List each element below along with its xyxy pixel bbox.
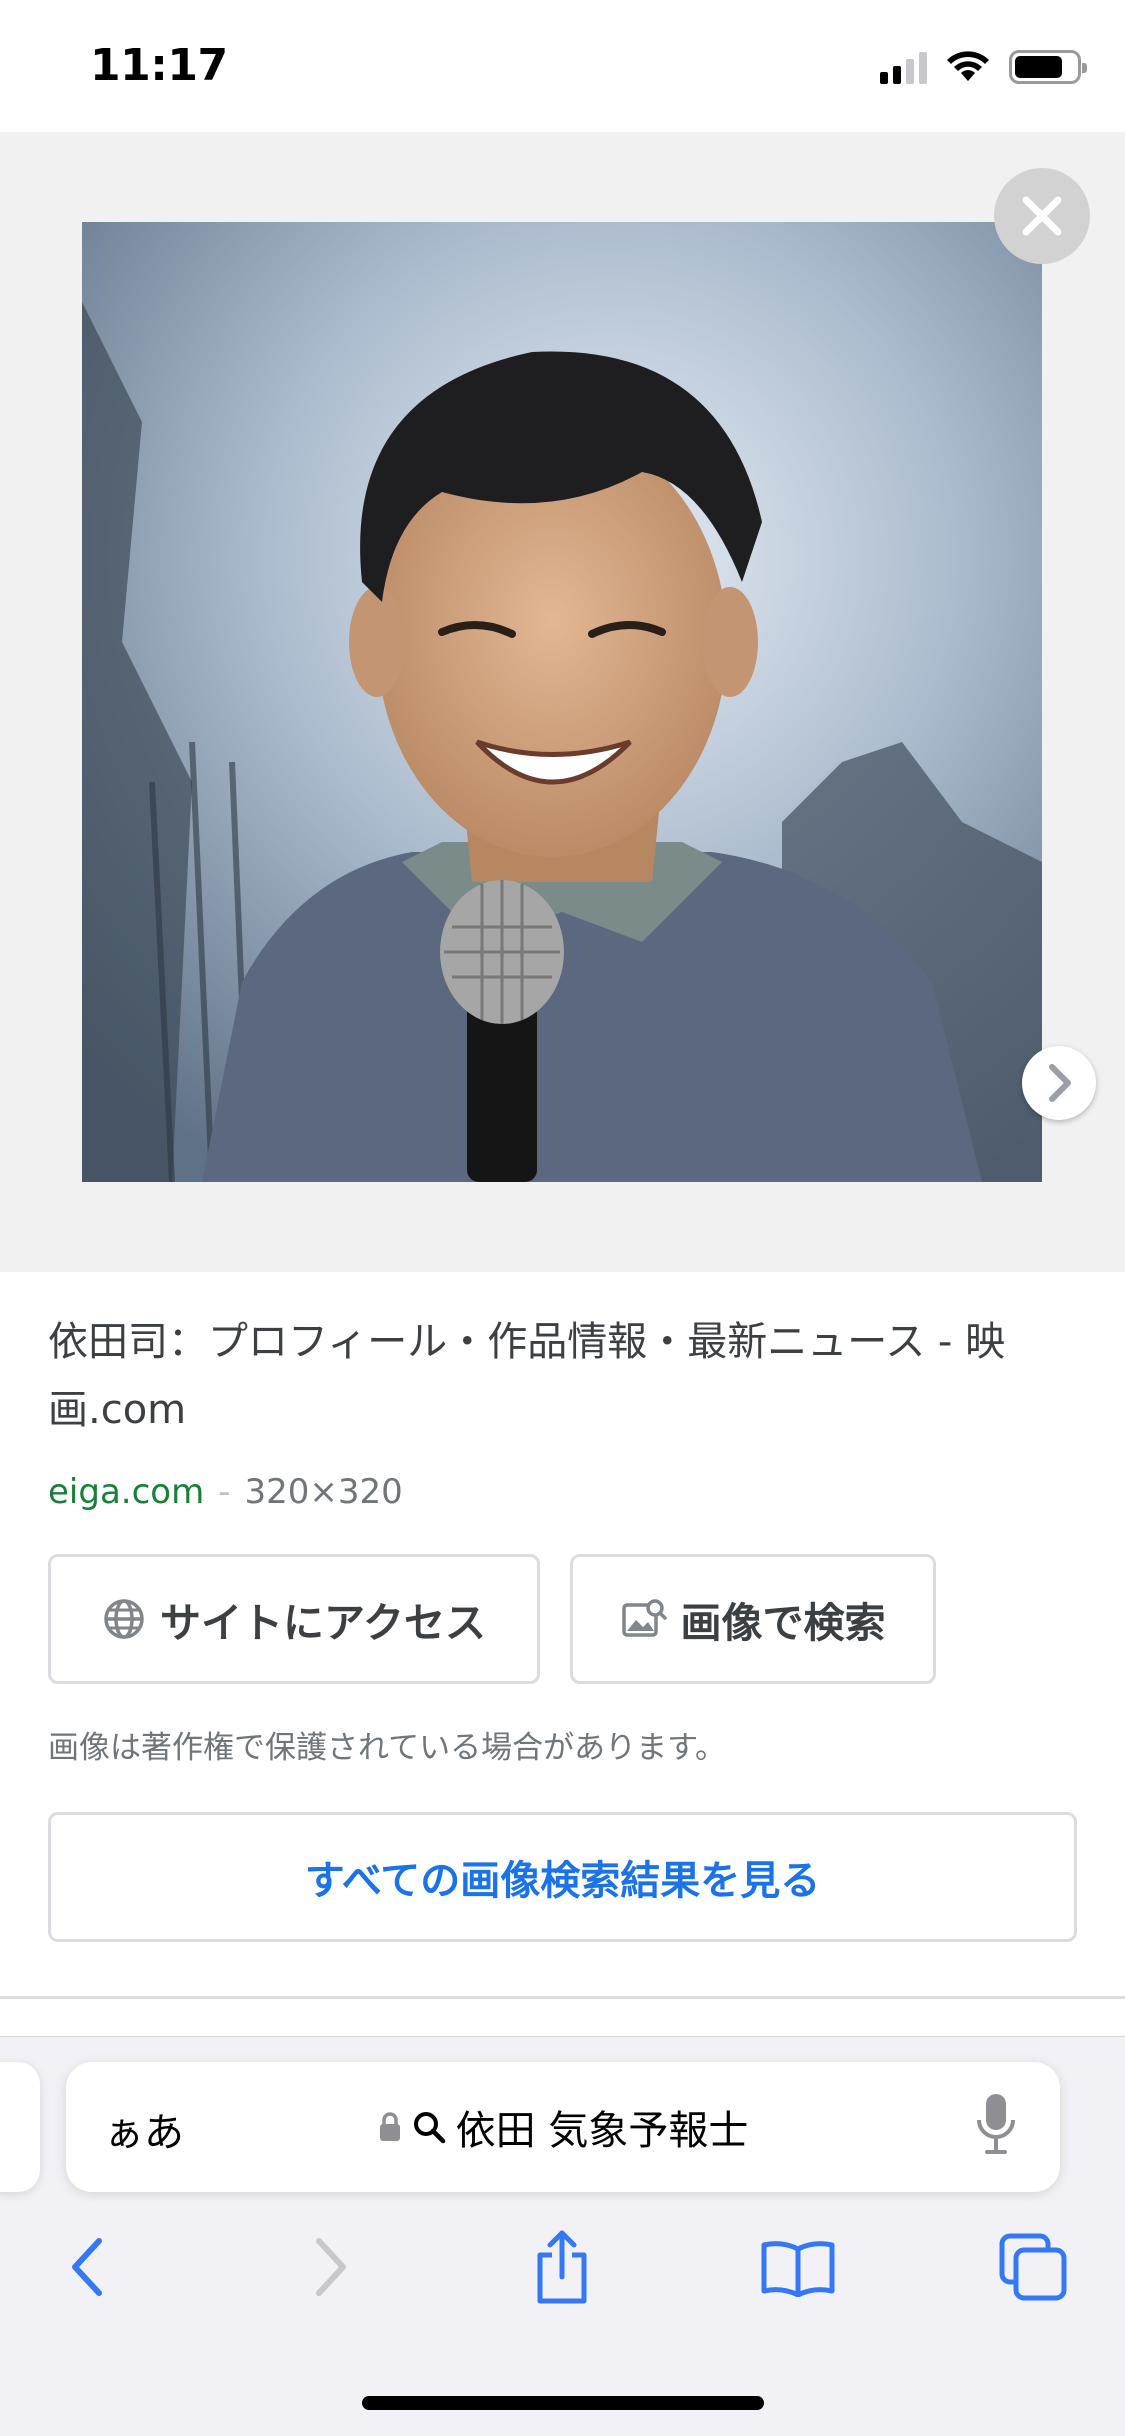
url-text: 依田 気象予報士 [455, 2108, 749, 2154]
tabs-button[interactable] [988, 2222, 1078, 2312]
lock-icon [379, 2112, 400, 2141]
close-button[interactable] [994, 168, 1090, 264]
chevron-right-icon [1049, 1064, 1071, 1102]
previous-tab-preview[interactable] [0, 2062, 40, 2192]
divider [0, 1996, 1125, 1999]
visit-site-button[interactable]: サイトにアクセス [48, 1554, 540, 1684]
image-dimensions: 320×320 [244, 1472, 403, 1512]
back-button[interactable] [42, 2222, 132, 2312]
visit-site-label: サイトにアクセス [160, 1599, 486, 1647]
next-image-button[interactable] [1022, 1046, 1096, 1120]
image-search-icon [621, 1599, 667, 1637]
status-time: 11:17 [90, 40, 228, 91]
chevron-right-icon [316, 2238, 346, 2296]
microphone-icon[interactable] [976, 2092, 1016, 2158]
share-icon [537, 2230, 587, 2304]
status-icons [880, 50, 1087, 84]
result-image[interactable] [82, 222, 1042, 1182]
bookmarks-icon [761, 2241, 835, 2297]
address-bar[interactable]: ぁあ 依田 気象予報士 [66, 2062, 1060, 2192]
search-by-image-button[interactable]: 画像で検索 [570, 1554, 936, 1684]
battery-icon [1009, 50, 1087, 84]
forward-button[interactable] [286, 2222, 376, 2312]
search-icon [413, 2112, 445, 2144]
cellular-signal-icon [880, 50, 927, 84]
source-line: eiga.com - 320×320 [48, 1472, 403, 1512]
browser-toolbar [0, 2222, 1125, 2312]
globe-icon [104, 1599, 144, 1639]
close-icon [1022, 196, 1062, 236]
chevron-left-icon [72, 2238, 102, 2296]
share-button[interactable] [517, 2222, 607, 2312]
home-indicator[interactable] [362, 2396, 764, 2410]
result-title[interactable]: 依田司：プロフィール・作品情報・最新ニュース - 映画.com [48, 1308, 1058, 1444]
source-domain[interactable]: eiga.com [48, 1472, 204, 1512]
search-by-image-label: 画像で検索 [680, 1599, 886, 1647]
tabs-icon [999, 2233, 1067, 2301]
see-all-results-button[interactable]: すべての画像検索結果を見る [48, 1812, 1077, 1942]
url-display: 依田 気象予報士 [66, 2098, 1060, 2156]
copyright-notice: 画像は著作権で保護されている場合があります。 [48, 1730, 726, 1766]
wifi-icon [947, 51, 989, 81]
status-bar: 11:17 [0, 0, 1125, 132]
source-separator: - [218, 1472, 231, 1512]
bookmarks-button[interactable] [753, 2222, 843, 2312]
